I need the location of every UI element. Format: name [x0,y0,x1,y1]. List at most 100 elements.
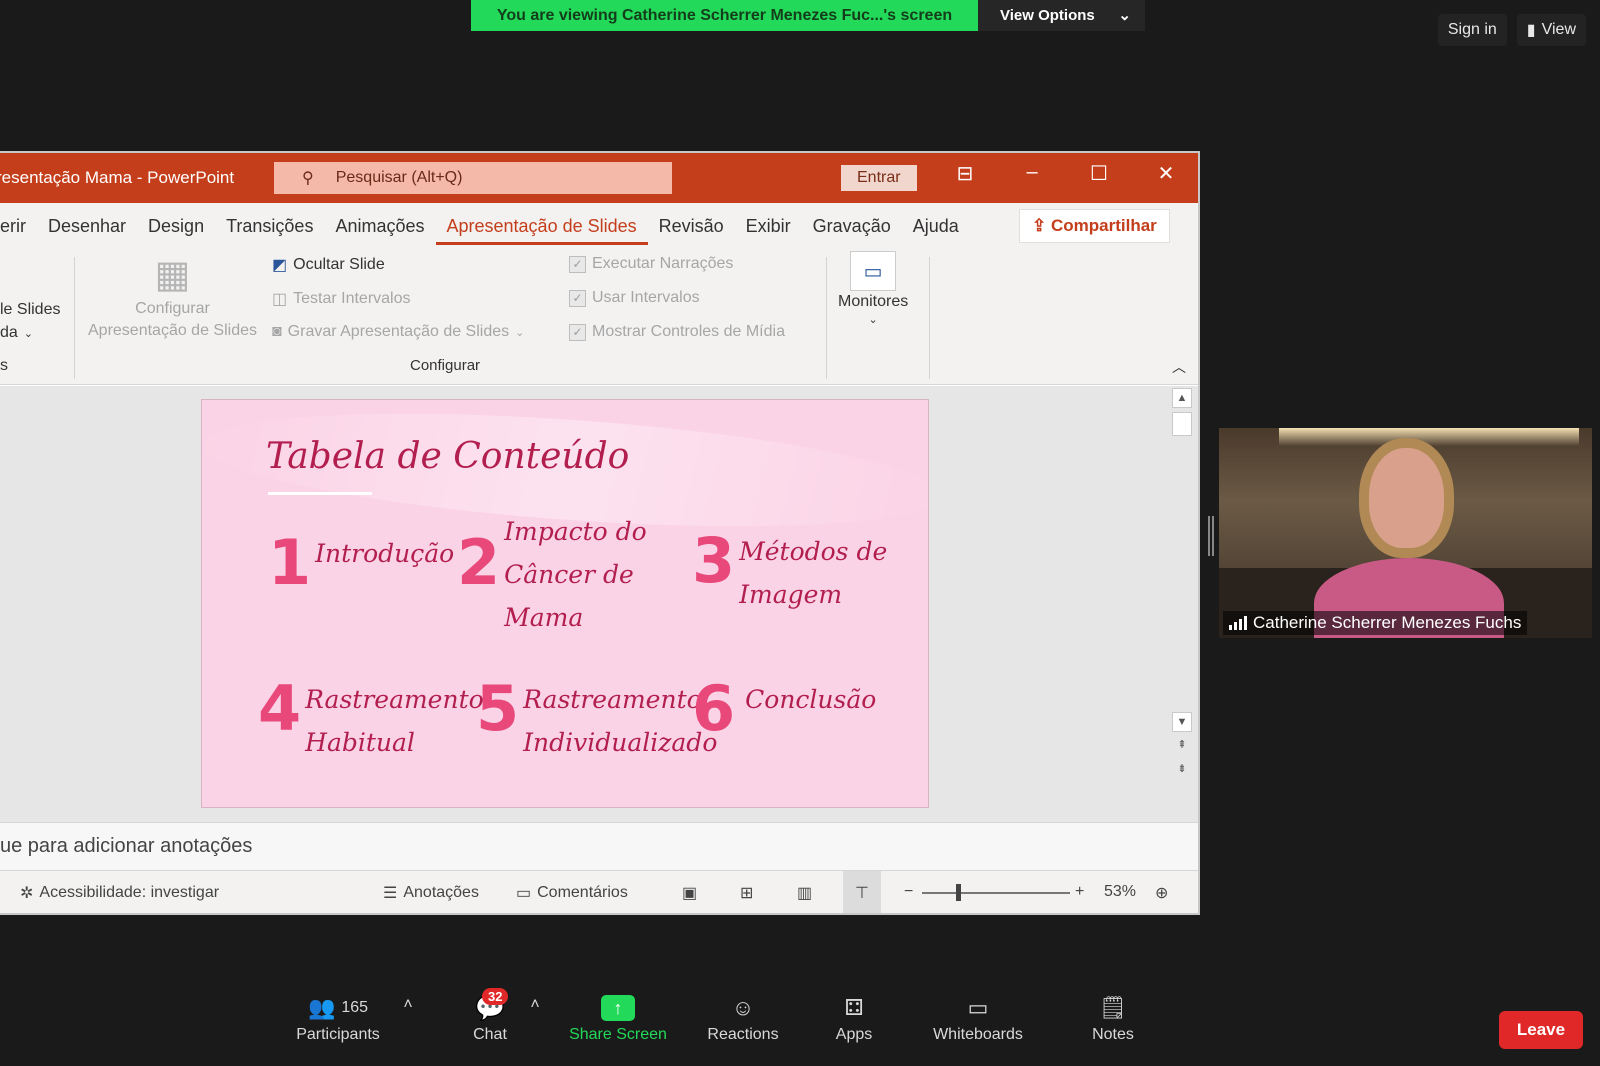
tab-design[interactable]: Design [137,216,215,237]
toc-number: 5 [476,672,520,745]
ribbon-tabs: erir Desenhar Design Transições Animaçõe… [0,203,1198,249]
next-slide-icon[interactable]: ⇟ [1172,760,1192,780]
monitores-button[interactable]: ▭ Monitores ⌄ [838,251,908,326]
view-button[interactable]: ▮ View [1516,14,1586,46]
testar-label: Testar Intervalos [293,290,411,307]
reactions-button[interactable]: ☺ Reactions [700,990,786,1044]
tab-exibir[interactable]: Exibir [735,216,802,237]
checkbox-checked-icon: ✓ [569,255,586,273]
zoom-slider[interactable] [922,892,1070,894]
zoom-in-icon[interactable]: + [1075,883,1084,901]
notes-button[interactable]: 🗒 Notes [1085,990,1141,1044]
ribbon-separator [74,257,75,379]
toc-label: Métodos de Imagem [739,537,888,609]
previous-slide-icon[interactable]: ⇞ [1172,736,1192,756]
toc-item: 1 Introdução [268,532,455,594]
tab-ajuda[interactable]: Ajuda [902,216,970,237]
collapse-ribbon-icon[interactable]: ︿ [1172,357,1186,377]
tab-desenhar[interactable]: Desenhar [37,216,137,237]
reading-view-icon[interactable]: ▥ [797,883,812,903]
sign-in-button[interactable]: Sign in [1437,14,1507,46]
ppt-search-box[interactable]: ⚲ Pesquisar (Alt+Q) [274,162,672,194]
toc-number: 6 [692,672,736,745]
gravar-apresentacao-button[interactable]: ◙ Gravar Apresentação de Slides ⌄ [272,323,524,341]
zoom-slider-thumb[interactable] [956,884,961,901]
configurar-apresentacao-button[interactable]: ▦ Configurar Apresentação de Slides [88,254,257,340]
ribbon-cut-dropdown[interactable]: da ⌄ [0,324,33,342]
ribbon-cut-label-3: s [0,357,8,374]
minimize-icon[interactable]: – [1012,161,1052,184]
normal-view-icon[interactable]: ▣ [682,883,697,903]
chat-chevron-up-icon[interactable]: ˄ [525,996,545,1014]
fit-to-window-icon[interactable]: ⊕ [1155,883,1168,903]
executar-narracoes-checkbox[interactable]: ✓ Executar Narrações [569,255,733,273]
participants-button[interactable]: 👥 165 Participants [288,990,388,1044]
view-options-button[interactable]: View Options ⌄ [978,0,1145,31]
usar-intervalos-checkbox[interactable]: ✓ Usar Intervalos [569,289,700,307]
slide-sorter-icon[interactable]: ⊞ [740,883,753,903]
mostrar-controles-checkbox[interactable]: ✓ Mostrar Controles de Mídia [569,323,785,341]
anotacoes-label: Anotações [403,884,479,901]
tab-transicoes[interactable]: Transições [215,216,324,237]
apps-icon: ⚃ [844,995,864,1020]
document-title: resentação Mama - PowerPoint [0,168,235,187]
tab-apresentacao[interactable]: Apresentação de Slides [435,216,648,245]
testar-intervalos-button[interactable]: ◫ Testar Intervalos [272,289,411,309]
participant-name: Catherine Scherrer Menezes Fuchs [1253,613,1522,632]
ribbon-display-icon[interactable]: ⊟ [945,161,985,186]
ribbon-cut-label-1[interactable]: le Slides [0,301,60,319]
monitor-icon: ▭ [850,251,897,291]
accessibility-status[interactable]: ✲ Acessibilidade: investigar [20,883,219,903]
close-icon[interactable]: ✕ [1146,161,1186,186]
chevron-down-icon: ⌄ [515,326,525,339]
comentarios-button[interactable]: ▭ Comentários [516,883,628,903]
participant-figure [1314,438,1504,638]
ribbon-group-label: Configurar [410,357,481,374]
reactions-label: Reactions [707,1026,779,1043]
top-right-controls: Sign in ▮ View [1437,14,1586,46]
scroll-down-icon[interactable]: ▼ [1172,712,1192,732]
participant-video[interactable]: Catherine Scherrer Menezes Fuchs [1219,428,1592,638]
viewing-banner-text: You are viewing Catherine Scherrer Menez… [471,0,978,31]
share-button[interactable]: ⇪ Compartilhar [1019,209,1170,243]
monitores-label: Monitores [838,293,909,310]
slide-canvas[interactable]: Tabela de Conteúdo 1 Introdução 2 Impact… [201,399,929,808]
participants-chevron-up-icon[interactable]: ˄ [398,996,418,1014]
leave-button[interactable]: Leave [1499,1011,1583,1049]
sign-in-label: Sign in [1447,21,1497,38]
scroll-thumb[interactable] [1172,412,1192,436]
share-screen-button[interactable]: ↑ Share Screen [568,990,668,1044]
participant-nametag: Catherine Scherrer Menezes Fuchs [1223,611,1528,635]
tab-gravacao[interactable]: Gravação [802,216,902,237]
zoom-out-icon[interactable]: − [904,883,913,901]
slideshow-setup-icon: ▦ [154,254,191,296]
checkbox-checked-icon: ✓ [569,323,586,341]
ocultar-slide-button[interactable]: ◩ Ocultar Slide [272,255,385,275]
apps-button[interactable]: ⚃ Apps [826,990,882,1044]
chevron-down-icon: ⌄ [1118,7,1131,24]
zoom-level[interactable]: 53% [1104,883,1136,901]
tab-revisao[interactable]: Revisão [648,216,735,237]
anotacoes-button[interactable]: ☰ Anotações [383,883,479,903]
share-banner: You are viewing Catherine Scherrer Menez… [471,0,1145,31]
participant-head [1359,438,1454,558]
slideshow-view-icon[interactable]: ⊤ [843,871,881,913]
toc-label: Impacto do Câncer de Mama [504,517,647,632]
chat-badge: 32 [482,988,509,1005]
slide-workspace: Tabela de Conteúdo 1 Introdução 2 Impact… [0,386,1198,822]
entrar-button[interactable]: Entrar [841,165,917,191]
vertical-scrollbar[interactable]: ▲ ▼ ⇞ ⇟ [1172,388,1194,818]
scroll-up-icon[interactable]: ▲ [1172,388,1192,408]
panel-resize-handle[interactable] [1208,516,1214,556]
participants-icon: 👥 [307,995,336,1020]
maximize-icon[interactable]: ☐ [1079,161,1119,186]
participants-count: 165 [341,999,369,1016]
notes-pane[interactable]: ue para adicionar anotações [0,822,1198,870]
zoom-toolbar: 👥 165 Participants ˄ 💬 32 Chat ˄ ↑ Share… [0,988,1600,1066]
scroll-track[interactable] [1172,440,1194,712]
tab-inserir[interactable]: erir [0,216,37,237]
chat-button[interactable]: 💬 32 Chat [460,988,520,1044]
ribbon-separator [826,257,827,379]
tab-animacoes[interactable]: Animações [324,216,435,237]
whiteboards-button[interactable]: ▭ Whiteboards [928,990,1028,1044]
